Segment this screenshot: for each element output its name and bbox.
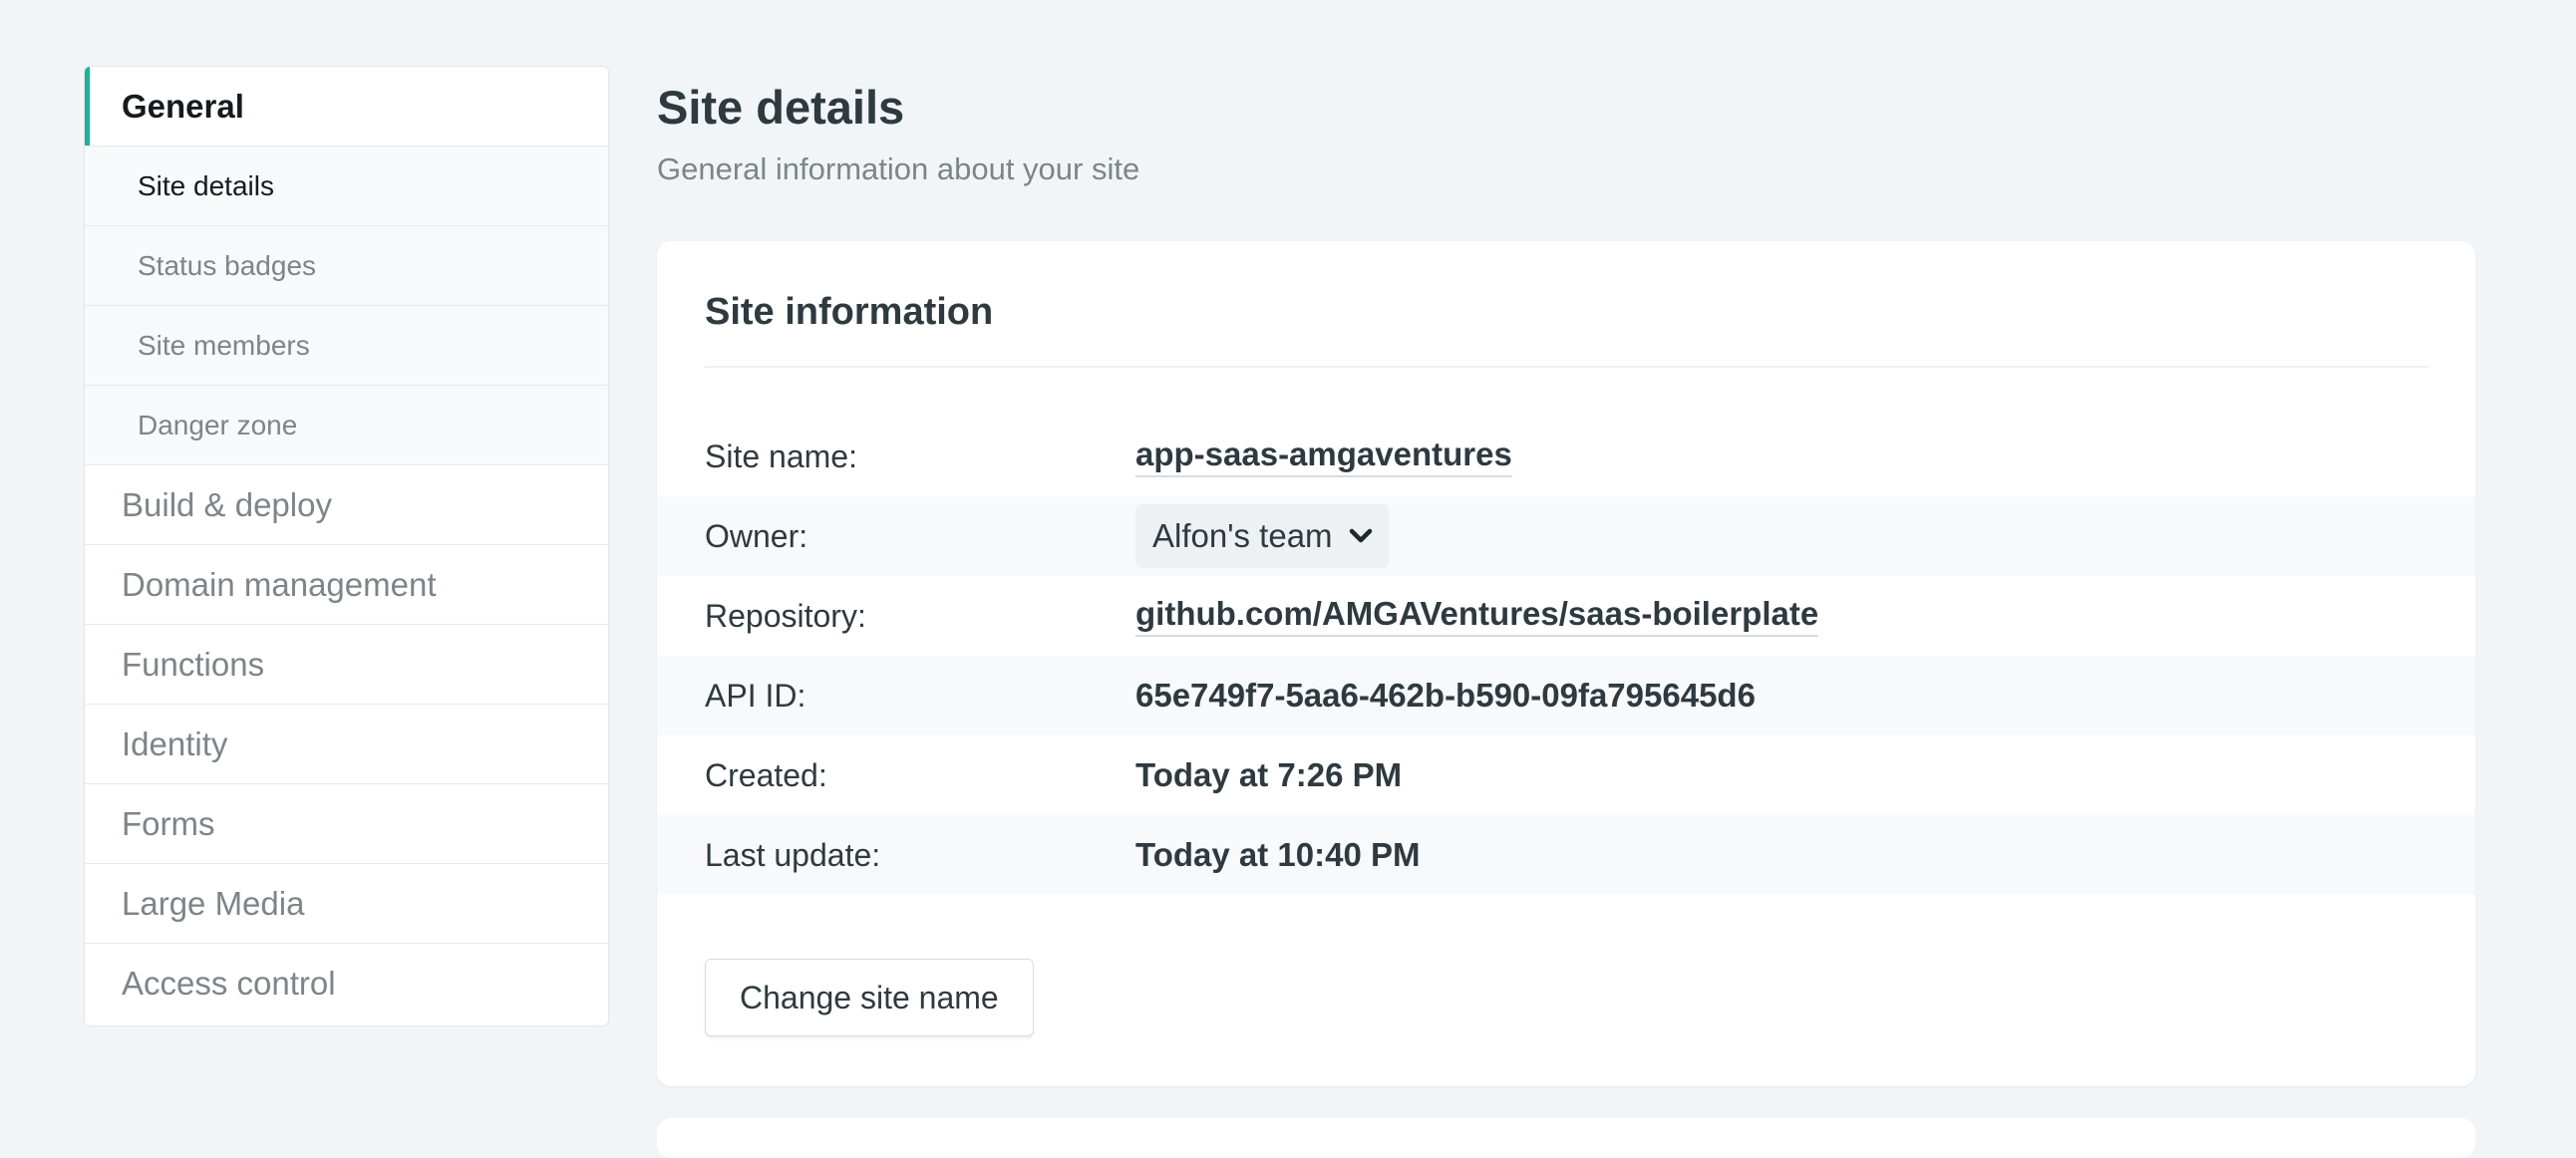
sidebar-item-identity[interactable]: Identity: [85, 705, 608, 784]
sidebar-item-general[interactable]: General: [85, 67, 608, 146]
info-label: Site name:: [705, 437, 857, 474]
site-info-list: Site name: app-saas-amgaventures Owner: …: [657, 417, 2475, 895]
site-name-link[interactable]: app-saas-amgaventures: [1135, 435, 1512, 477]
sidebar-subitem-label: Status badges: [138, 249, 317, 281]
owner-select[interactable]: Alfon's team: [1135, 504, 1389, 568]
page-subtitle: General information about your site: [657, 151, 1140, 186]
last-update-value: Today at 10:40 PM: [1135, 836, 1421, 873]
sidebar-subitem-label: Site members: [138, 329, 310, 361]
change-site-name-button[interactable]: Change site name: [705, 959, 1034, 1036]
sidebar-item-label: Domain management: [122, 565, 437, 603]
sidebar-item-label: Forms: [122, 804, 215, 842]
sidebar-item-forms[interactable]: Forms: [85, 784, 608, 864]
sidebar-item-label: General: [122, 87, 244, 125]
sidebar-subitem-site-details[interactable]: Site details: [85, 146, 608, 226]
sidebar-item-label: Identity: [122, 724, 228, 762]
info-row-site-name: Site name: app-saas-amgaventures: [657, 417, 2475, 496]
sidebar-item-access-control[interactable]: Access control: [85, 944, 608, 1023]
sidebar-item-build-deploy[interactable]: Build & deploy: [85, 465, 608, 545]
sidebar-subitem-status-badges[interactable]: Status badges: [85, 226, 608, 306]
sidebar-subitem-label: Site details: [138, 169, 274, 201]
info-row-created: Created: Today at 7:26 PM: [657, 735, 2475, 815]
sidebar-item-functions[interactable]: Functions: [85, 625, 608, 705]
card-title: Site information: [705, 291, 994, 333]
sidebar-item-label: Build & deploy: [122, 485, 332, 523]
card-divider: [705, 366, 2427, 368]
next-card: [657, 1118, 2475, 1158]
chevron-down-icon: [1349, 528, 1372, 543]
sidebar-item-large-media[interactable]: Large Media: [85, 864, 608, 944]
info-row-api-id: API ID: 65e749f7-5aa6-462b-b590-09fa7956…: [657, 656, 2475, 735]
info-label: API ID:: [705, 677, 806, 714]
repository-link[interactable]: github.com/AMGAVentures/saas-boilerplate: [1135, 595, 1819, 637]
sidebar-subitem-site-members[interactable]: Site members: [85, 306, 608, 386]
sidebar-item-label: Functions: [122, 645, 265, 683]
info-row-last-update: Last update: Today at 10:40 PM: [657, 815, 2475, 895]
sidebar-subitem-danger-zone[interactable]: Danger zone: [85, 386, 608, 465]
info-label: Created:: [705, 756, 827, 793]
page-title: Site details: [657, 81, 905, 134]
settings-sidebar: General Site details Status badges Site …: [84, 66, 609, 1026]
sidebar-item-domain-management[interactable]: Domain management: [85, 545, 608, 625]
api-id-value: 65e749f7-5aa6-462b-b590-09fa795645d6: [1135, 677, 1756, 714]
site-information-card: Site information Site name: app-saas-amg…: [657, 241, 2475, 1086]
info-label: Repository:: [705, 597, 866, 634]
sidebar-item-label: Access control: [122, 965, 336, 1002]
created-value: Today at 7:26 PM: [1135, 756, 1403, 793]
info-row-repository: Repository: github.com/AMGAVentures/saas…: [657, 576, 2475, 656]
info-label: Last update:: [705, 836, 881, 873]
sidebar-item-label: Large Media: [122, 884, 305, 922]
info-label: Owner:: [705, 517, 808, 554]
owner-select-value: Alfon's team: [1152, 517, 1333, 554]
info-row-owner: Owner: Alfon's team: [657, 496, 2475, 576]
sidebar-subitem-label: Danger zone: [138, 409, 298, 440]
